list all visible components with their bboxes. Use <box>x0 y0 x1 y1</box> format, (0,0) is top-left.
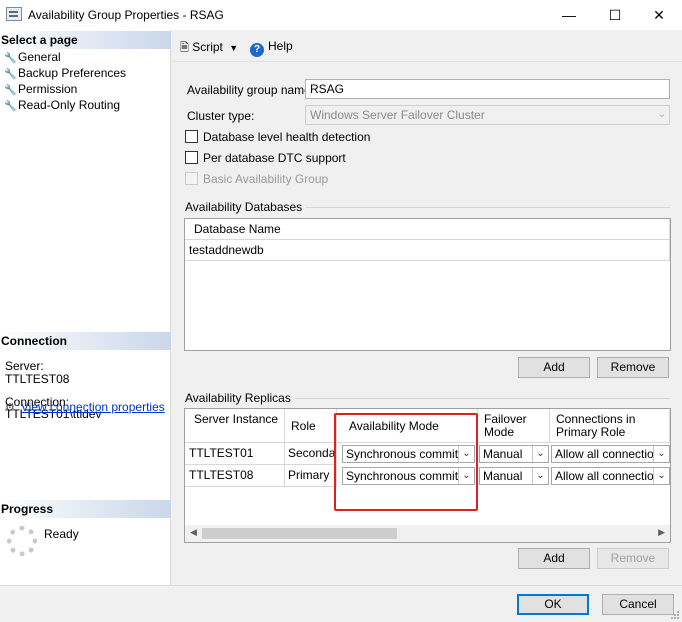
db-health-checkbox[interactable] <box>185 130 198 143</box>
databases-group-title: Availability Databases <box>185 200 307 214</box>
script-icon: 🗎 <box>180 42 189 54</box>
chevron-down-icon: ⌄ <box>653 446 669 462</box>
connection-header: Connection <box>0 332 171 350</box>
select-page-header: Select a page <box>0 31 171 49</box>
chevron-down-icon: ▼ <box>229 43 239 53</box>
database-name-column-header[interactable]: Database Name <box>185 219 670 240</box>
cluster-type-label: Cluster type: <box>187 109 255 123</box>
remove-database-button[interactable]: Remove <box>597 357 669 378</box>
databases-grid[interactable]: Database Name testaddnewdb <box>184 218 671 351</box>
connection-properties-icon: ⚙ <box>5 402 15 414</box>
progress-header: Progress <box>0 500 171 518</box>
help-icon: ? <box>250 43 264 57</box>
server-value: TTLTEST08 <box>5 372 70 386</box>
availability-mode-highlight <box>334 413 478 511</box>
database-row[interactable]: testaddnewdb <box>185 240 670 261</box>
page-permission[interactable]: 🔧 Permission <box>4 81 77 97</box>
dialog-footer: OK Cancel <box>0 585 682 622</box>
app-icon <box>6 7 22 21</box>
ag-name-label: Availability group name: <box>187 83 315 97</box>
chevron-down-icon: ⌄ <box>657 109 666 120</box>
ag-name-field[interactable]: RSAG <box>305 79 670 99</box>
wrench-icon: 🔧 <box>4 101 17 112</box>
progress-spinner-icon <box>7 526 37 556</box>
resize-grip-icon[interactable] <box>670 610 680 620</box>
help-button[interactable]: ? Help <box>250 39 293 57</box>
script-button[interactable]: 🗎 Script ▼ <box>180 39 238 58</box>
cancel-button[interactable]: Cancel <box>602 594 674 615</box>
chevron-down-icon: ⌄ <box>532 468 548 484</box>
connections-primary-select[interactable]: Allow all connections ⌄ <box>551 445 670 463</box>
role-column-header[interactable]: Role <box>285 409 337 443</box>
toolbar: 🗎 Script ▼ ? Help <box>172 30 682 62</box>
dtc-label: Per database DTC support <box>203 151 346 165</box>
chevron-down-icon: ⌄ <box>532 446 548 462</box>
window-title: Availability Group Properties - RSAG <box>28 8 224 22</box>
replicas-horizontal-scrollbar[interactable]: ◀ ▶ <box>185 525 670 542</box>
replica-role-cell[interactable]: Primary <box>285 465 337 487</box>
page-general[interactable]: 🔧 General <box>4 49 61 65</box>
connections-primary-column-header[interactable]: Connections in Primary Role <box>550 409 670 443</box>
replica-server-cell[interactable]: TTLTEST08 <box>185 465 285 487</box>
view-connection-properties[interactable]: ⚙ View connection properties <box>5 400 165 414</box>
add-replica-button[interactable]: Add <box>518 548 590 569</box>
close-button[interactable]: ✕ <box>636 0 682 30</box>
view-connection-link[interactable]: View connection properties <box>21 400 165 414</box>
progress-status: Ready <box>44 527 79 541</box>
add-database-button[interactable]: Add <box>518 357 590 378</box>
page-backup-preferences[interactable]: 🔧 Backup Preferences <box>4 65 126 81</box>
server-instance-column-header[interactable]: Server Instance <box>185 409 285 443</box>
scroll-thumb[interactable] <box>202 528 397 539</box>
basic-ag-checkbox[interactable] <box>185 172 198 185</box>
db-health-label: Database level health detection <box>203 130 371 144</box>
replica-role-cell[interactable]: Secondary <box>285 443 337 465</box>
remove-replica-button[interactable]: Remove <box>597 548 669 569</box>
cluster-type-select[interactable]: Windows Server Failover Cluster ⌄ <box>305 105 670 125</box>
replica-server-cell[interactable]: TTLTEST01 <box>185 443 285 465</box>
failover-mode-select[interactable]: Manual ⌄ <box>479 445 549 463</box>
basic-ag-label: Basic Availability Group <box>203 172 329 186</box>
connections-primary-select[interactable]: Allow all connections ⌄ <box>551 467 670 485</box>
failover-mode-select[interactable]: Manual ⌄ <box>479 467 549 485</box>
scroll-left-icon[interactable]: ◀ <box>190 527 197 538</box>
page-read-only-routing[interactable]: 🔧 Read-Only Routing <box>4 97 120 113</box>
replicas-group-title: Availability Replicas <box>185 391 295 405</box>
title-bar: Availability Group Properties - RSAG — ☐… <box>0 0 682 30</box>
scroll-right-icon[interactable]: ▶ <box>658 527 665 538</box>
chevron-down-icon: ⌄ <box>653 468 669 484</box>
maximize-button[interactable]: ☐ <box>592 0 638 30</box>
left-pane: Select a page 🔧 General 🔧 Backup Preferenc… <box>0 30 171 585</box>
minimize-button[interactable]: — <box>546 0 592 30</box>
failover-mode-column-header[interactable]: Failover Mode <box>478 409 550 443</box>
ok-button[interactable]: OK <box>517 594 589 615</box>
dtc-checkbox[interactable] <box>185 151 198 164</box>
